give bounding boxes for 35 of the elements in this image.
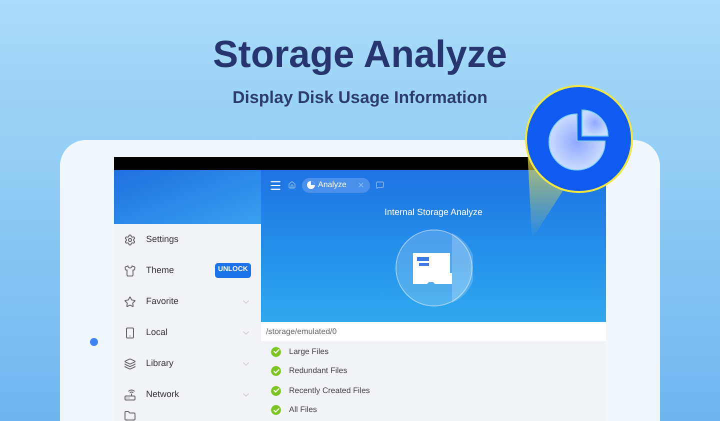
option-row[interactable]: Redundant Files <box>261 362 606 381</box>
sidebar-label: Library <box>146 356 175 370</box>
sidebar-label: Theme <box>146 264 176 277</box>
menu-icon[interactable] <box>269 178 282 192</box>
analyzer-title: Internal Storage Analyze <box>384 206 483 219</box>
network-icon <box>124 388 136 400</box>
option-label: Large Files <box>289 346 329 358</box>
tab-label: Analyze <box>318 179 346 191</box>
sidebar-item[interactable]: Favorite <box>114 286 261 317</box>
message-icon[interactable] <box>376 181 384 189</box>
sidebar-label: Favorite <box>146 294 180 308</box>
pie-icon <box>307 181 315 189</box>
home-icon[interactable] <box>288 181 296 189</box>
option-row[interactable]: Recently Created Files <box>261 381 606 400</box>
sidebar-label: Local <box>146 326 169 339</box>
option-row[interactable]: All Files <box>261 400 606 420</box>
favorite-icon <box>124 296 136 308</box>
local-icon <box>124 326 136 338</box>
headline-title: Storage Analyze <box>212 33 508 78</box>
sidebar-item[interactable]: Network <box>114 379 261 410</box>
sidebar-item[interactable]: Library <box>114 348 261 379</box>
library-icon <box>124 358 136 370</box>
headline-subtitle: Display Disk Usage Information <box>232 87 488 109</box>
option-label: All Files <box>289 404 318 416</box>
folder-icon <box>124 410 136 421</box>
close-icon[interactable] <box>357 181 366 189</box>
theme-icon <box>124 264 136 276</box>
sidebar-item[interactable]: Local <box>114 317 261 348</box>
option-label: Redundant Files <box>289 365 348 378</box>
option-label: Recently Created Files <box>289 384 370 397</box>
sidebar-label: Settings <box>146 232 180 246</box>
settings-icon <box>124 234 136 246</box>
option-row[interactable]: Large Files <box>261 342 606 362</box>
sidebar-label: Network <box>146 388 180 401</box>
sidebar-item[interactable]: Settings <box>114 224 261 255</box>
